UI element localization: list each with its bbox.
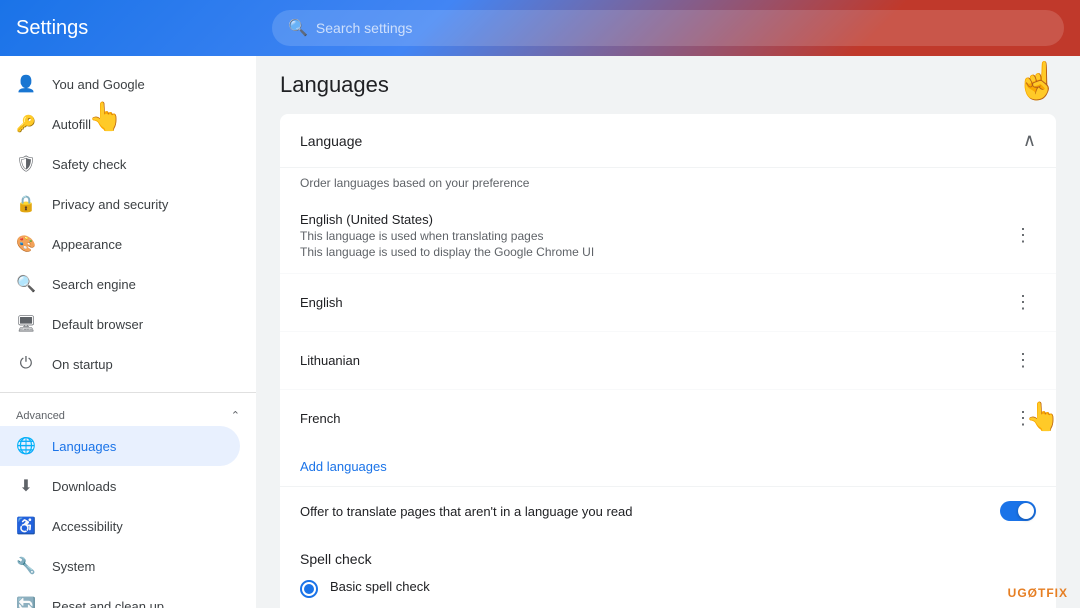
language-options-button[interactable]: ⋮ [1010, 288, 1036, 317]
sidebar-item-system[interactable]: 🔧 System [0, 546, 240, 586]
language-options-button[interactable]: ⋮ [1010, 221, 1036, 250]
appearance-icon: 🎨 [16, 234, 36, 254]
language-sub-label: Order languages based on your preference [280, 168, 1056, 198]
content-area: Languages Language ∧ Order languages bas… [256, 56, 1080, 608]
sidebar-label: Appearance [52, 237, 122, 252]
language-name: English (United States) [300, 212, 594, 227]
languages-icon: 🌐 [16, 436, 36, 456]
sidebar-label: Downloads [52, 479, 116, 494]
language-list: English (United States) This language is… [280, 198, 1056, 447]
sidebar-label: You and Google [52, 77, 145, 92]
language-name: English [300, 295, 343, 310]
translate-row: Offer to translate pages that aren't in … [280, 486, 1056, 535]
watermark: UGØTFIX [1008, 586, 1068, 600]
downloads-icon: ⬇ [16, 476, 36, 496]
collapse-icon[interactable]: ∧ [1023, 130, 1036, 151]
sidebar-item-downloads[interactable]: ⬇ Downloads [0, 466, 240, 506]
spell-check-section: Spell check Basic spell check Enhanced s… [280, 535, 1056, 608]
basic-spell-check-label: Basic spell check [330, 579, 430, 594]
sidebar-item-default-browser[interactable]: 🖥 Default browser [0, 304, 240, 344]
language-options-button[interactable]: ⋮ [1010, 346, 1036, 375]
sidebar-label: Accessibility [52, 519, 123, 534]
accessibility-icon: ♿ [16, 516, 36, 536]
sidebar-label: Languages [52, 439, 116, 454]
language-item-english-us: English (United States) This language is… [280, 198, 1056, 274]
language-desc-2: This language is used to display the Goo… [300, 245, 594, 259]
page-title: Languages [280, 72, 1056, 98]
language-card-header: Language ∧ [280, 114, 1056, 168]
person-icon: 👤 [16, 74, 36, 94]
sidebar-item-safety-check[interactable]: 🛡 Safety check [0, 144, 240, 184]
privacy-icon: 🔒 [16, 194, 36, 214]
autofill-icon: 🔑 [16, 114, 36, 134]
language-options-button[interactable]: ⋮ [1010, 404, 1036, 433]
add-languages-button[interactable]: Add languages [280, 447, 1056, 486]
settings-title: Settings [16, 17, 256, 40]
browser-icon: 🖥 [16, 314, 36, 334]
system-icon: 🔧 [16, 556, 36, 576]
language-item-lithuanian: Lithuanian ⋮ [280, 332, 1056, 390]
language-item-english: English ⋮ [280, 274, 1056, 332]
sidebar-item-autofill[interactable]: 🔑 Autofill [0, 104, 240, 144]
sidebar-item-you-and-google[interactable]: 👤 You and Google [0, 64, 240, 104]
spell-check-title: Spell check [300, 551, 1036, 567]
sidebar-item-accessibility[interactable]: ♿ Accessibility [0, 506, 240, 546]
language-item-french: French ⋮ [280, 390, 1056, 447]
sidebar-item-languages[interactable]: 🌐 Languages [0, 426, 240, 466]
basic-spell-check-radio[interactable] [300, 580, 318, 598]
search-engine-icon: 🔍 [16, 274, 36, 294]
sidebar-label: Default browser [52, 317, 143, 332]
sidebar-item-appearance[interactable]: 🎨 Appearance [0, 224, 240, 264]
sidebar-label: Autofill [52, 117, 91, 132]
sidebar: 👤 You and Google 🔑 Autofill 🛡 Safety che… [0, 56, 256, 608]
advanced-section-label: Advanced ⌃ [0, 401, 256, 426]
search-icon: 🔍 [288, 18, 308, 38]
sidebar-item-privacy-security[interactable]: 🔒 Privacy and security [0, 184, 240, 224]
translate-label: Offer to translate pages that aren't in … [300, 504, 633, 519]
sidebar-label: Privacy and security [52, 197, 168, 212]
reset-icon: 🔄 [16, 596, 36, 608]
sidebar-label: Reset and clean up [52, 599, 164, 608]
basic-spell-check-option[interactable]: Basic spell check [300, 579, 1036, 598]
language-section-title: Language [300, 133, 362, 149]
language-card: Language ∧ Order languages based on your… [280, 114, 1056, 608]
sidebar-item-search-engine[interactable]: 🔍 Search engine [0, 264, 240, 304]
sidebar-item-on-startup[interactable]: ⏻ On startup [0, 344, 240, 384]
sidebar-item-reset[interactable]: 🔄 Reset and clean up [0, 586, 240, 608]
shield-icon: 🛡 [16, 154, 36, 174]
sidebar-label: Search engine [52, 277, 136, 292]
search-bar: 🔍 [272, 10, 1064, 46]
language-name: French [300, 411, 340, 426]
language-name: Lithuanian [300, 353, 360, 368]
search-input[interactable] [316, 20, 1048, 36]
translate-toggle[interactable] [1000, 501, 1036, 521]
sidebar-label: Safety check [52, 157, 126, 172]
sidebar-label: On startup [52, 357, 113, 372]
language-desc-1: This language is used when translating p… [300, 229, 594, 243]
sidebar-label: System [52, 559, 95, 574]
startup-icon: ⏻ [16, 354, 36, 374]
sidebar-divider [0, 392, 256, 393]
